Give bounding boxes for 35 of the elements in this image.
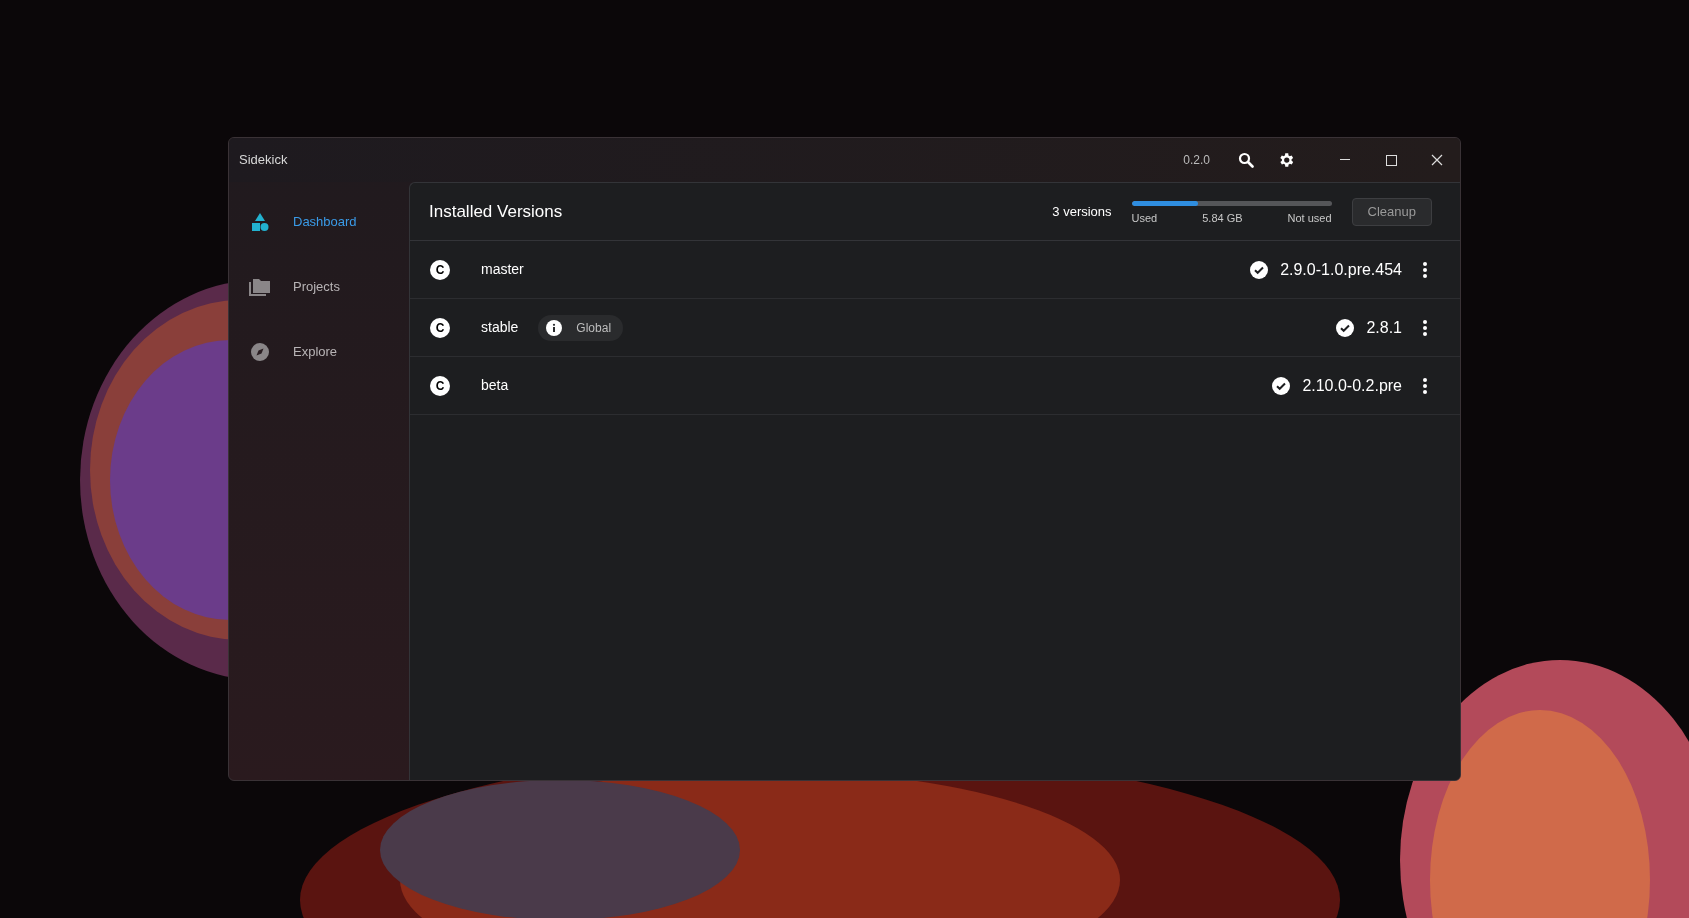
section-title: Installed Versions — [429, 200, 563, 223]
more-icon — [1423, 261, 1427, 278]
more-icon — [1423, 319, 1427, 336]
sidebar-item[interactable]: Projects — [245, 267, 393, 307]
more-icon — [1423, 377, 1427, 394]
used-label: Used — [1131, 210, 1158, 226]
folders-icon — [249, 278, 271, 296]
channel-icon: C — [430, 375, 450, 396]
cleanup-button[interactable]: Cleanup — [1351, 197, 1432, 226]
version-number: 2.10.0-0.2.pre — [1302, 375, 1402, 396]
version-number: 2.8.1 — [1366, 317, 1402, 338]
info-icon — [546, 319, 563, 336]
sidebar-item[interactable]: Dashboard — [245, 202, 393, 242]
channel-name: stable — [481, 318, 519, 337]
check-circle-icon — [1272, 376, 1291, 395]
not-used-label: Not used — [1287, 210, 1332, 226]
version-number: 2.9.0-1.0.pre.454 — [1280, 259, 1402, 280]
channel-name: beta — [481, 376, 509, 395]
minimize-icon — [1340, 159, 1350, 161]
check-circle-icon — [1250, 260, 1269, 279]
window-title: Sidekick — [239, 151, 288, 170]
channel-icon: C — [430, 317, 450, 338]
shapes-icon — [250, 213, 270, 231]
global-badge: Global — [538, 314, 624, 341]
compass-icon — [251, 343, 269, 361]
maximize-icon — [1385, 154, 1397, 166]
check-circle-icon — [1336, 318, 1355, 337]
app-version: 0.2.0 — [1183, 152, 1210, 169]
storage-size: 5.84 GB — [1202, 210, 1243, 226]
search-icon — [1238, 152, 1254, 168]
channel-name: master — [481, 260, 524, 279]
sidebar-item[interactable]: Explore — [245, 332, 393, 372]
version-count: 3 versions — [1052, 202, 1112, 221]
channel-icon: C — [430, 259, 450, 280]
close-icon — [1431, 154, 1443, 166]
